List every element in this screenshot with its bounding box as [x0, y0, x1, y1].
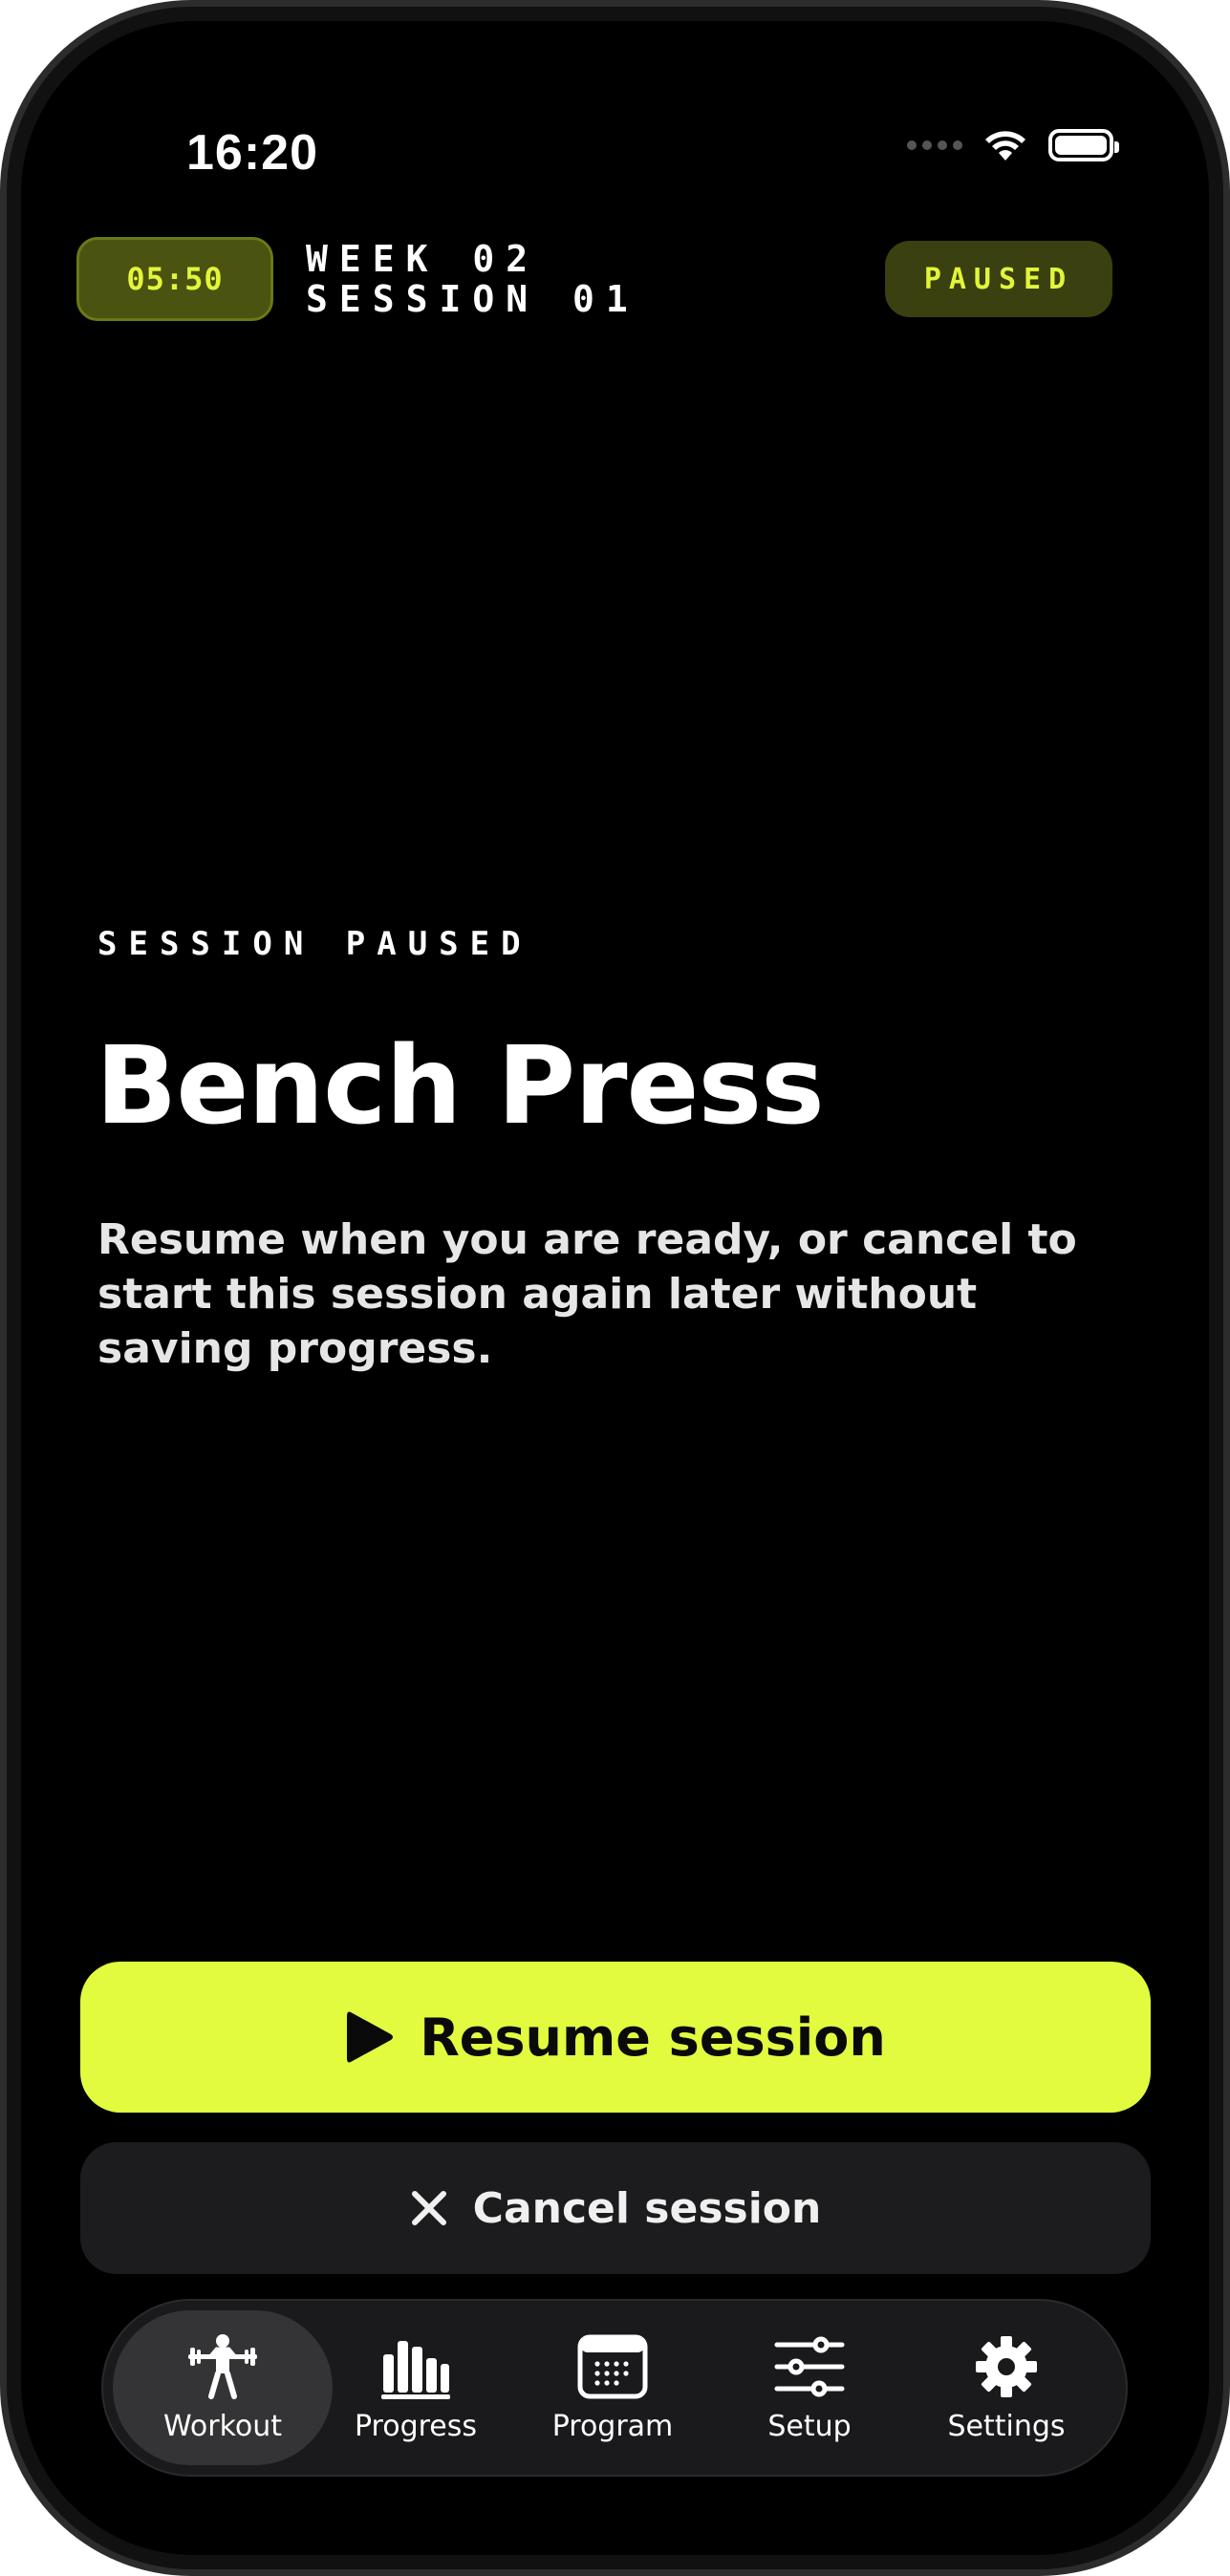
session-timer: 05:50 — [76, 237, 273, 321]
tab-workout[interactable]: Workout — [113, 2310, 333, 2465]
session-status-eyebrow: SESSION PAUSED — [97, 925, 532, 963]
resume-session-label: Resume session — [420, 2007, 886, 2068]
tab-program[interactable]: Program — [503, 2310, 723, 2465]
tab-settings-label: Settings — [947, 2409, 1066, 2443]
cellular-signal-icon — [907, 140, 962, 150]
app-screen: 16:20 05:50 WEEK 02 SESSION 01 PAUSED SE… — [21, 21, 1209, 2555]
status-time: 16:20 — [186, 125, 318, 181]
calendar-icon — [577, 2334, 648, 2398]
exercise-title: Bench Press — [96, 1024, 825, 1148]
battery-icon — [1048, 129, 1119, 161]
week-label: WEEK 02 — [306, 238, 540, 280]
tab-settings[interactable]: Settings — [896, 2310, 1116, 2465]
bar-chart-icon — [381, 2340, 450, 2399]
tab-setup-label: Setup — [767, 2409, 852, 2443]
sliders-icon — [774, 2336, 845, 2396]
play-icon — [347, 2011, 394, 2063]
resume-session-button[interactable]: Resume session — [80, 1962, 1151, 2113]
close-icon — [411, 2191, 446, 2225]
status-icons — [907, 128, 1119, 162]
wifi-icon — [985, 131, 1025, 161]
gear-icon — [976, 2335, 1037, 2397]
tab-workout-label: Workout — [162, 2409, 283, 2443]
tab-setup[interactable]: Setup — [700, 2310, 919, 2465]
paused-description: Resume when you are ready, or cancel to … — [97, 1215, 1077, 1373]
tab-program-label: Program — [551, 2409, 674, 2443]
session-label: SESSION 01 — [306, 278, 639, 320]
week-session-label: WEEK 02 SESSION 01 — [306, 239, 639, 319]
cancel-session-label: Cancel session — [472, 2183, 822, 2233]
tab-progress-label: Progress — [354, 2409, 478, 2443]
weightlifter-icon — [188, 2333, 257, 2399]
status-badge: PAUSED — [885, 241, 1112, 317]
tab-bar: Workout Progress Program Setup Settings — [101, 2299, 1128, 2477]
tab-progress[interactable]: Progress — [306, 2310, 526, 2465]
cancel-session-button[interactable]: Cancel session — [80, 2142, 1151, 2274]
